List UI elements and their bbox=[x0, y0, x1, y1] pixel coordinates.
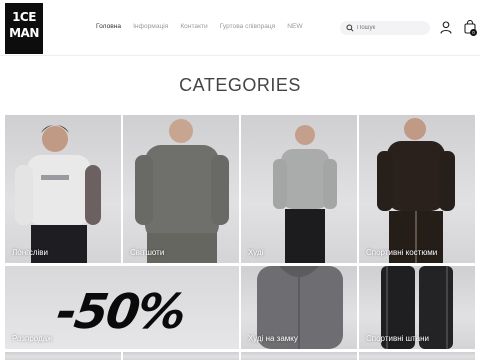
category-label: Спортивні костюми bbox=[366, 248, 438, 257]
category-label: Лонгсліви bbox=[12, 248, 49, 257]
user-icon[interactable] bbox=[440, 21, 452, 34]
sweatshirt-model-image bbox=[135, 119, 229, 263]
category-tile-sale[interactable]: -50% Розпродаж bbox=[5, 266, 239, 349]
category-label: Худі bbox=[248, 248, 264, 257]
search-input[interactable] bbox=[357, 21, 427, 35]
category-tile-sweatpants[interactable]: Спортивні штани bbox=[359, 266, 475, 349]
category-tile-sweatshirts[interactable]: Світшоти bbox=[123, 115, 239, 263]
category-tile-hoodies[interactable]: Худі bbox=[241, 115, 357, 263]
category-label: Світшоти bbox=[130, 248, 165, 257]
main-nav: Головна Інформація Контакти Гуртова спів… bbox=[96, 23, 303, 30]
logo-line-1: 1CE bbox=[12, 10, 36, 24]
sale-promo-text: -50% bbox=[53, 284, 188, 340]
search-box bbox=[340, 21, 430, 35]
tracksuit-model-image bbox=[377, 118, 455, 263]
longsleeve-model-image bbox=[15, 125, 101, 263]
logo-line-2: MAN bbox=[9, 26, 39, 40]
category-label: Спортивні штани bbox=[366, 334, 429, 343]
hoodie-model-image bbox=[273, 125, 337, 263]
nav-item-contacts[interactable]: Контакти bbox=[180, 23, 207, 30]
category-tile-longsleeves[interactable]: Лонгсліви bbox=[5, 115, 121, 263]
site-header: 1CE MAN Головна Інформація Контакти Гурт… bbox=[0, 0, 480, 56]
nav-item-wholesale[interactable]: Гуртова співпраця bbox=[220, 23, 276, 30]
category-tile-zip-hoodies[interactable]: Худі на замку bbox=[241, 266, 357, 349]
brand-logo[interactable]: 1CE MAN bbox=[5, 3, 43, 54]
category-tile-partial[interactable] bbox=[5, 352, 121, 360]
nav-item-info[interactable]: Інформація bbox=[133, 23, 168, 30]
nav-item-new[interactable]: NEW bbox=[287, 23, 302, 30]
category-label: Розпродаж bbox=[12, 334, 53, 343]
categories-title: CATEGORIES bbox=[179, 75, 301, 95]
cart-count-badge: 0 bbox=[470, 29, 477, 36]
category-tile-partial[interactable] bbox=[241, 352, 357, 360]
category-label: Худі на замку bbox=[248, 334, 298, 343]
search-icon[interactable] bbox=[346, 24, 354, 32]
category-tile-tracksuits[interactable]: Спортивні костюми bbox=[359, 115, 475, 263]
category-tile-partial[interactable] bbox=[359, 352, 475, 360]
nav-item-home[interactable]: Головна bbox=[96, 23, 121, 30]
category-tile-partial[interactable] bbox=[123, 352, 239, 360]
